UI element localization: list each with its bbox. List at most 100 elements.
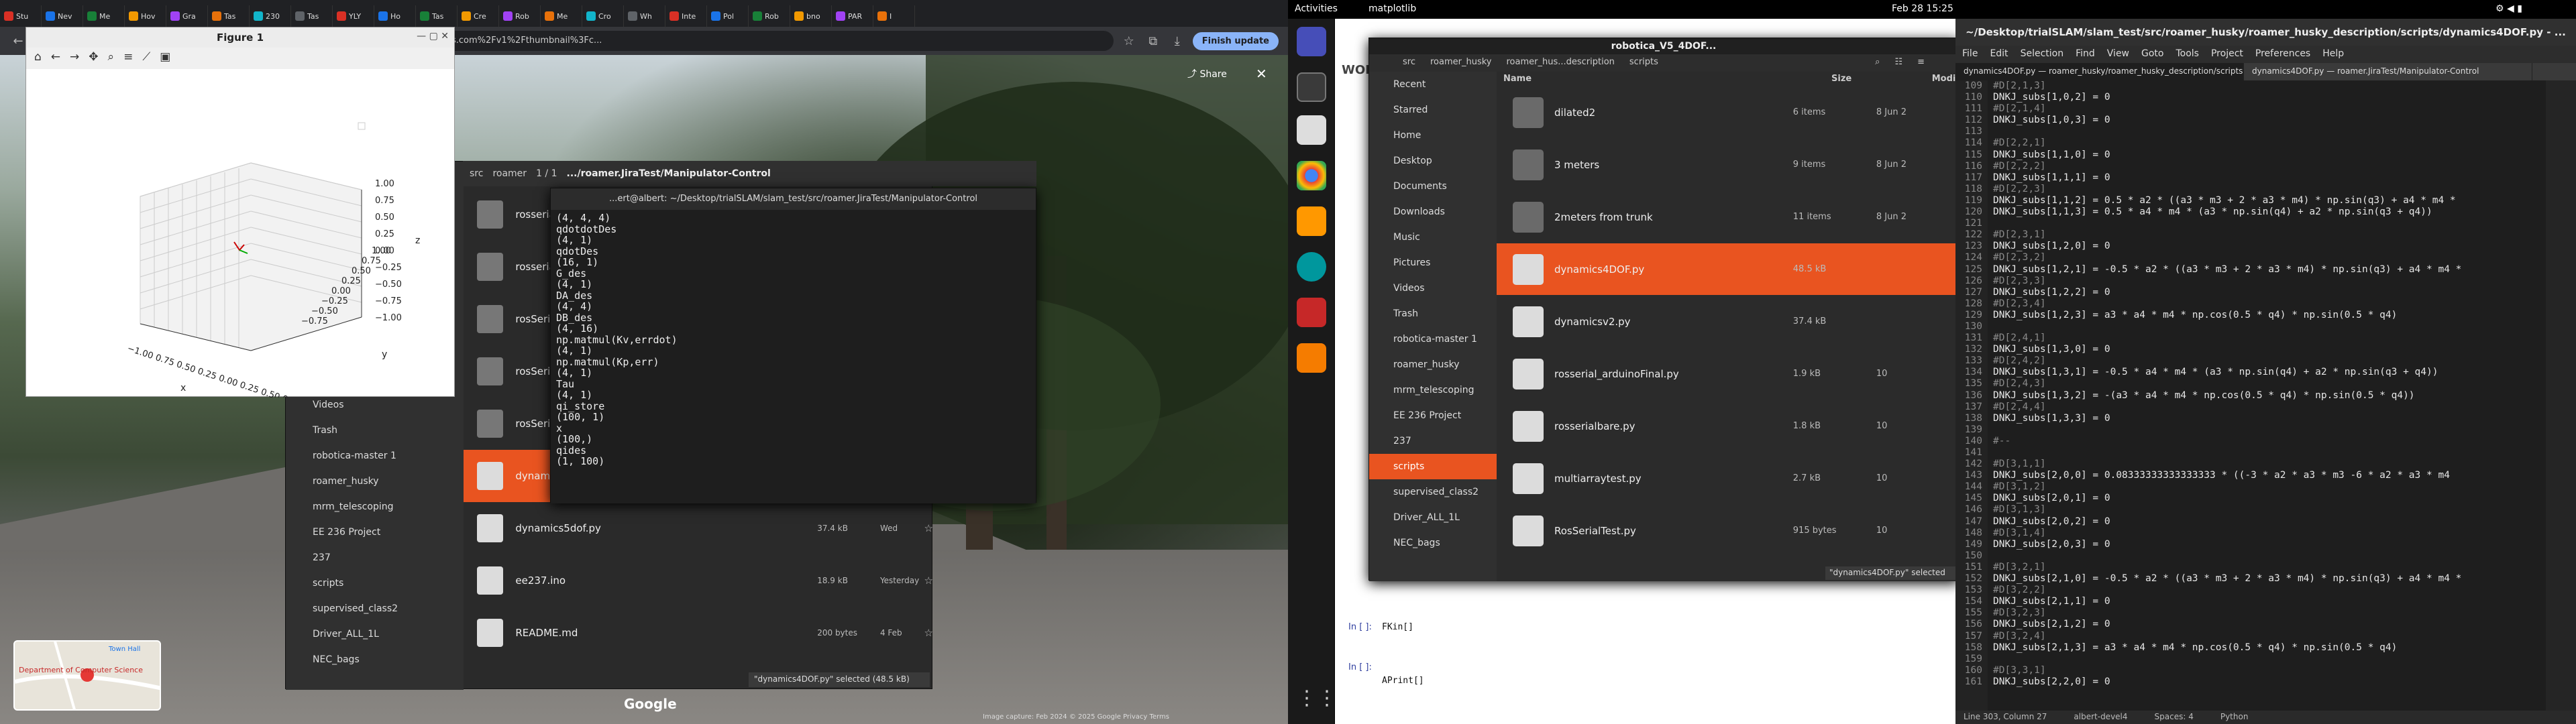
sidebar-item[interactable]: Downloads — [1369, 199, 1497, 225]
search-icon[interactable]: ⌕ — [1875, 57, 1880, 69]
download-icon[interactable]: ⤓ — [1169, 32, 1186, 50]
browser-tab[interactable]: PAR — [832, 5, 873, 27]
sidebar-item[interactable]: NEC_bags — [313, 654, 360, 665]
code-line[interactable]: #D[3,1,2] — [1993, 481, 2543, 493]
code-line[interactable]: #D[2,1,3] — [1993, 80, 2543, 92]
code-line[interactable]: DNKJ_subs[1,2,2] = 0 — [1993, 287, 2543, 298]
code-line[interactable]: #D[2,3,4] — [1993, 298, 2543, 310]
forward-icon[interactable]: → — [70, 50, 79, 66]
editor-tab-2[interactable]: dynamics4DOF.py — roamer.JiraTest/Manipu… — [2244, 63, 2532, 80]
terminal-window[interactable]: ...ert@albert: ~/Desktop/trialSLAM/slam_… — [550, 188, 1036, 503]
code-line[interactable]: #D[2,3,1] — [1993, 229, 2543, 241]
menu-item[interactable]: File — [1962, 48, 1978, 60]
code-line[interactable] — [1993, 654, 2543, 665]
browser-tab[interactable]: YLY — [333, 5, 374, 27]
browser-tab[interactable]: Inte — [665, 5, 707, 27]
code-line[interactable]: #D[3,1,1] — [1993, 459, 2543, 470]
view-icon[interactable]: ☷ — [1894, 57, 1902, 69]
path-roamer-husky[interactable]: roamer_husky — [1430, 57, 1492, 69]
browser-tab[interactable]: Nev — [42, 5, 83, 27]
arduino-dock-icon[interactable] — [1297, 252, 1326, 282]
app-grid-icon[interactable]: ⋮⋮ — [1297, 684, 1337, 713]
file-row[interactable]: dilated2 6 items 8 Jun 2 — [1497, 86, 1960, 138]
finish-update-button[interactable]: Finish update — [1192, 32, 1279, 50]
browser-tab[interactable]: Tas — [208, 5, 250, 27]
browser-tab[interactable]: Tas — [291, 5, 333, 27]
sidebar-item[interactable]: Videos — [313, 400, 344, 410]
code-line[interactable]: #D[3,2,3] — [1993, 607, 2543, 619]
sidebar-item[interactable]: Pictures — [1369, 250, 1497, 276]
editor-tab-active[interactable]: dynamics4DOF.py — roamer_husky/roamer_hu… — [1955, 63, 2244, 80]
sidebar-item[interactable]: Recent — [1369, 72, 1497, 97]
sidebar-item[interactable]: mrm_telescoping — [313, 501, 393, 512]
terminal-dock-icon[interactable] — [1297, 72, 1326, 102]
matplotlib-figure-window[interactable]: Figure 1 — ▢ ✕ ⌂ ← → ✥ ⌕ ≡ ⟋ ▣ 1.00 0.75 0… — [25, 27, 455, 398]
sidebar-item[interactable]: scripts — [313, 578, 343, 589]
code-line[interactable]: #-- — [1993, 436, 2543, 447]
sidebar-item[interactable]: Trash — [313, 425, 337, 436]
path-scripts[interactable]: scripts — [1629, 57, 1658, 69]
browser-tab[interactable]: Cre — [458, 5, 499, 27]
menu-icon[interactable]: ≡ — [1917, 57, 1925, 69]
code-line[interactable]: DNKJ_subs[2,1,0] = -0.5 * a2 * ((a3 * m3… — [1993, 573, 2543, 585]
text-editor-window[interactable]: ~/Desktop/trialSLAM/slam_test/src/roamer… — [1955, 19, 2576, 724]
sidebar-item[interactable]: robotica-master 1 — [1369, 326, 1497, 352]
code-line[interactable]: #D[3,1,4] — [1993, 528, 2543, 539]
code-line[interactable]: #D[2,1,4] — [1993, 103, 2543, 115]
sidebar-item[interactable]: Desktop — [1369, 148, 1497, 174]
file-row[interactable]: multiarraytest.py 2.7 kB 10 — [1497, 452, 1960, 504]
teams-icon[interactable] — [1297, 27, 1326, 56]
browser-tab[interactable]: Me — [541, 5, 582, 27]
menu-item[interactable]: Edit — [1990, 48, 2008, 60]
browser-tab[interactable]: Rob — [749, 5, 790, 27]
sidebar-item[interactable]: Home — [1369, 123, 1497, 148]
browser-tab[interactable]: Rob — [499, 5, 541, 27]
settings-dock-icon[interactable] — [1297, 298, 1326, 327]
code-line[interactable]: DNKJ_subs[1,1,1] = 0 — [1993, 172, 2543, 184]
code-line[interactable]: DNKJ_subs[2,2,0] = 0 — [1993, 676, 2543, 688]
code-line[interactable]: #D[3,1,3] — [1993, 504, 2543, 516]
sidebar-item[interactable]: NEC_bags — [1369, 530, 1497, 556]
app-menu[interactable]: matplotlib — [1368, 3, 1416, 14]
browser-tab[interactable]: Cro — [582, 5, 624, 27]
browser-tab[interactable]: Tas — [416, 5, 458, 27]
clock[interactable]: Feb 28 15:25 — [1892, 3, 1953, 14]
cell-code-2[interactable]: APrint[] — [1382, 676, 1424, 686]
code-line[interactable]: DNKJ_subs[2,0,2] = 0 — [1993, 516, 2543, 528]
code-line[interactable]: #D[2,4,3] — [1993, 378, 2543, 389]
code-line[interactable] — [1993, 321, 2543, 333]
code-line[interactable]: DNKJ_subs[1,3,1] = -0.5 * a4 * m4 * (a3 … — [1993, 367, 2543, 378]
code-line[interactable]: DNKJ_subs[1,0,2] = 0 — [1993, 92, 2543, 103]
code-line[interactable]: #D[2,2,3] — [1993, 184, 2543, 195]
code-line[interactable]: DNKJ_subs[2,1,3] = a3 * a4 * m4 * np.cos… — [1993, 642, 2543, 654]
menu-item[interactable]: Find — [2076, 48, 2095, 60]
sidebar-item[interactable]: Driver_ALL_1L — [313, 629, 379, 640]
minimap[interactable] — [2546, 80, 2576, 711]
terminal-output[interactable]: (4, 4, 4) qdotdotDes (4, 1) qdotDes (16, 1) G… — [551, 210, 1036, 503]
code-line[interactable]: #D[3,2,1] — [1993, 562, 2543, 573]
path-description[interactable]: roamer_hus...description — [1506, 57, 1614, 69]
code-line[interactable]: DNKJ_subs[2,0,3] = 0 — [1993, 539, 2543, 550]
back-icon[interactable]: ← — [51, 50, 60, 66]
path-roamer[interactable]: roamer — [492, 168, 527, 179]
share-button[interactable]: ⤴ Share — [1187, 67, 1227, 80]
browser-tab[interactable]: 230 — [250, 5, 291, 27]
code-line[interactable]: DNKJ_subs[2,1,2] = 0 — [1993, 619, 2543, 630]
file-row[interactable]: dynamicsv2.py 37.4 kB — [1497, 296, 1960, 347]
code-line[interactable]: #D[2,3,3] — [1993, 276, 2543, 287]
menu-item[interactable]: Preferences — [2255, 48, 2310, 60]
save-icon[interactable]: ▣ — [160, 50, 170, 66]
system-tray-icons[interactable]: ⚙ ◀ ▮ — [2496, 3, 2522, 14]
code-line[interactable]: DNKJ_subs[1,3,3] = 0 — [1993, 413, 2543, 424]
pan-icon[interactable]: ✥ — [89, 50, 98, 66]
code-line[interactable] — [1993, 447, 2543, 459]
code-line[interactable] — [1993, 218, 2543, 229]
configure-icon[interactable]: ≡ — [123, 50, 133, 66]
file-row[interactable]: rosserialbare.py 1.8 kB 10 — [1497, 400, 1960, 452]
code-line[interactable] — [1993, 126, 2543, 137]
sidebar-item[interactable]: scripts — [1369, 454, 1497, 479]
code-line[interactable]: DNKJ_subs[1,3,0] = 0 — [1993, 344, 2543, 355]
star-icon[interactable]: ☆ — [924, 627, 933, 639]
axes-icon[interactable]: ⟋ — [142, 50, 150, 66]
code-line[interactable]: DNKJ_subs[1,0,3] = 0 — [1993, 115, 2543, 126]
